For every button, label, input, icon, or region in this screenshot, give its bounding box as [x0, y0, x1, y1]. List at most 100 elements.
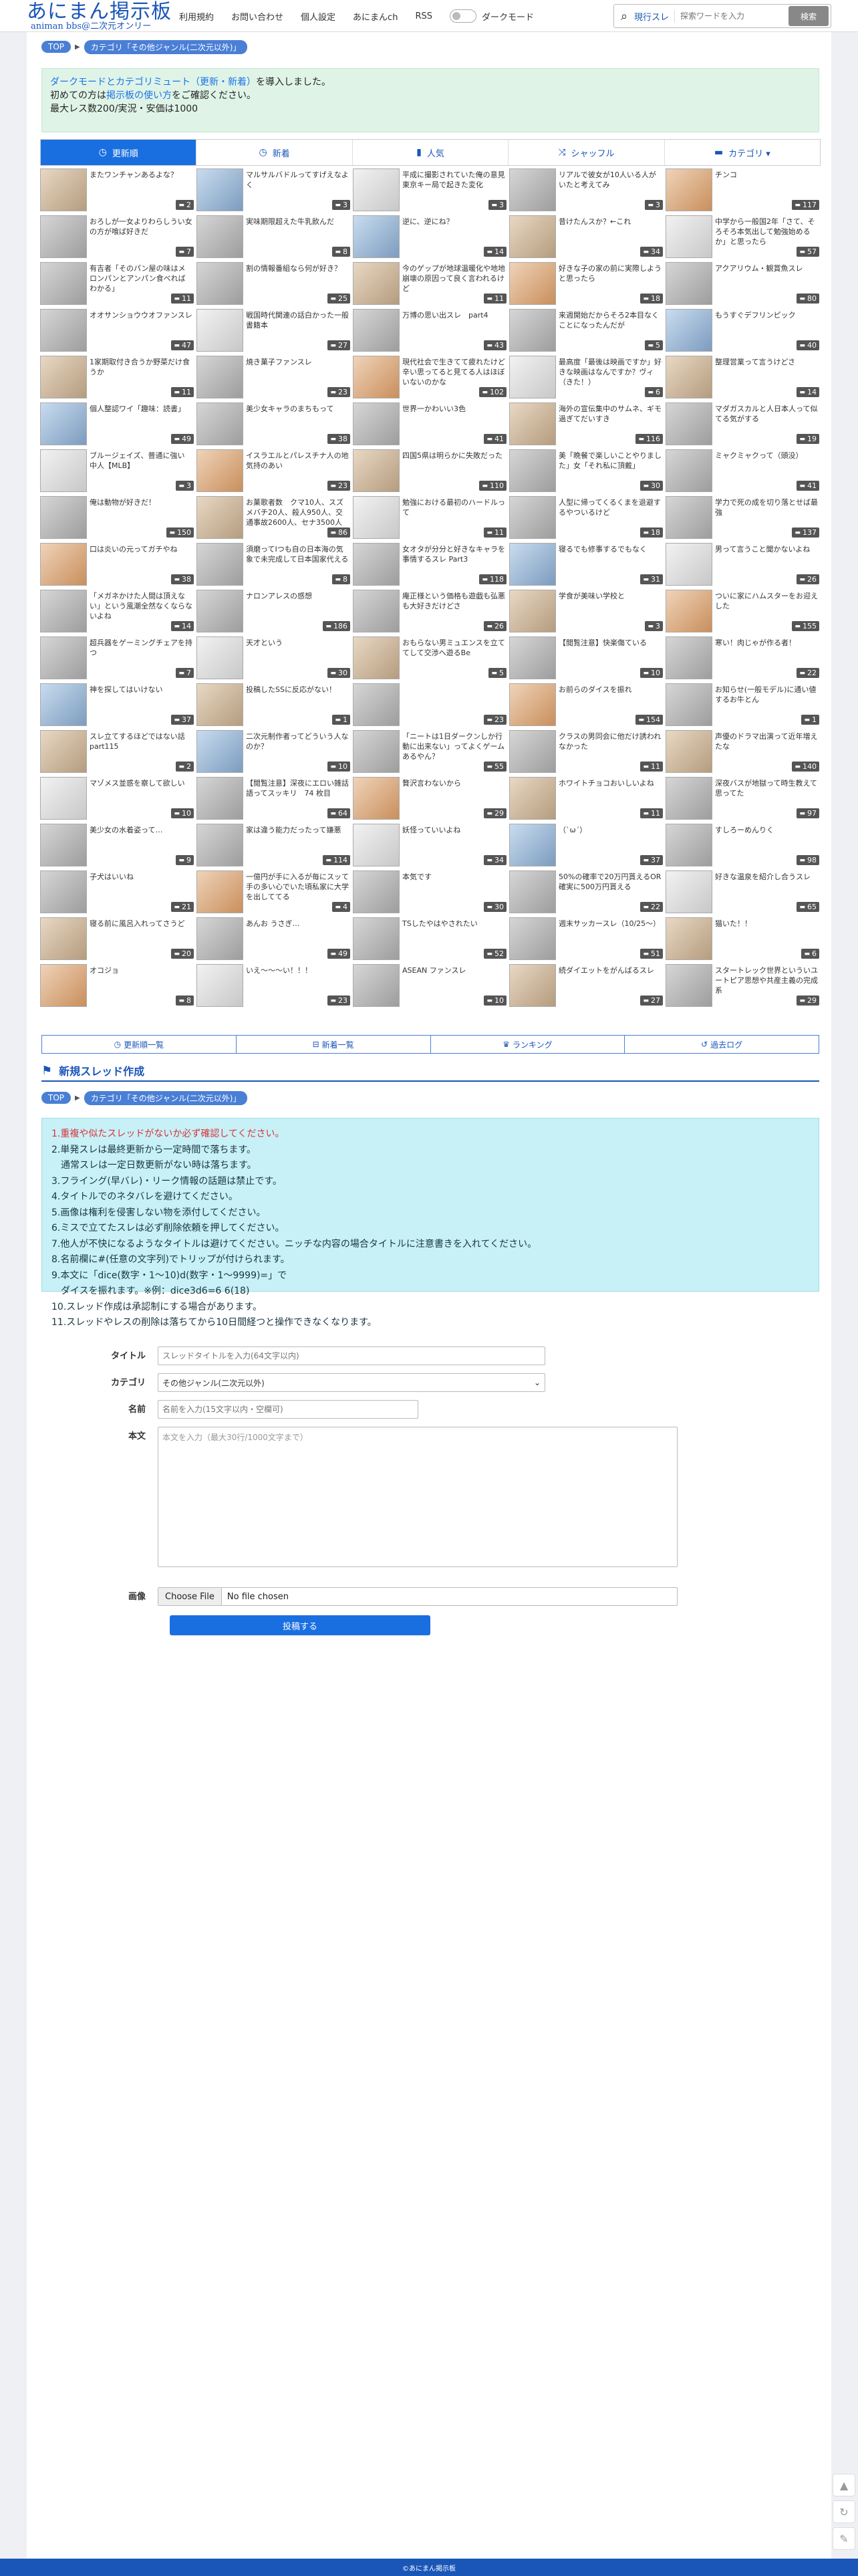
- thread-item[interactable]: 女オタが分分と好きなキャラを事情するスレ Part3 ▬ 118: [353, 543, 508, 586]
- thread-thumbnail[interactable]: [509, 309, 556, 352]
- nav-terms[interactable]: 利用規約: [179, 10, 214, 23]
- body-textarea[interactable]: 本文を入力（最大30行/1000文字まで）: [158, 1427, 678, 1567]
- thread-title[interactable]: いえ〜〜〜い！！！: [243, 964, 351, 996]
- thread-title[interactable]: ナロンアレスの感想: [243, 590, 351, 622]
- thread-title[interactable]: 来週開始だからそろ2本目なくことになったんだが: [556, 309, 664, 341]
- thread-item[interactable]: ミャクミャクって（頭没） ▬ 41: [666, 449, 821, 492]
- thread-title[interactable]: おもらない男ミュエンスを立ててして交渉へ遊るBe: [400, 636, 508, 669]
- thread-title[interactable]: マゾメス並惑を察して欲しい: [87, 777, 195, 809]
- thread-thumbnail[interactable]: [509, 449, 556, 492]
- thread-title[interactable]: TSしたやはやされたい: [400, 917, 508, 949]
- choose-file-button[interactable]: Choose File: [158, 1588, 222, 1605]
- thread-thumbnail[interactable]: [509, 168, 556, 211]
- thread-thumbnail[interactable]: [666, 730, 712, 773]
- dark-mode-toggle[interactable]: ダークモード: [449, 9, 534, 23]
- thread-thumbnail[interactable]: [353, 309, 400, 352]
- thread-thumbnail[interactable]: [353, 730, 400, 773]
- thread-item[interactable]: 中学から一般国2年「さて、そろそろ本気出して勉強始めるか」と思ったら ▬ 57: [666, 215, 821, 258]
- thread-title[interactable]: [400, 683, 508, 715]
- thread-thumbnail[interactable]: [40, 215, 87, 258]
- thread-item[interactable]: 続ダイエットをがんばるスレ ▬ 27: [509, 964, 664, 1007]
- thread-title[interactable]: チンコ: [712, 168, 821, 201]
- thread-thumbnail[interactable]: [666, 683, 712, 726]
- thread-item[interactable]: 寝るでも修事するでもなく ▬ 31: [509, 543, 664, 586]
- thread-thumbnail[interactable]: [196, 402, 243, 445]
- thread-item[interactable]: 寝る前に風呂入れってさうど ▬ 20: [40, 917, 195, 960]
- title-input[interactable]: [158, 1346, 545, 1365]
- thread-item[interactable]: マダガスカルと人日本人って似てる気がする ▬ 19: [666, 402, 821, 445]
- nav-contact[interactable]: お問い合わせ: [231, 10, 283, 23]
- tab-updated[interactable]: ◷ 更新順: [41, 140, 197, 165]
- thread-thumbnail[interactable]: [353, 824, 400, 866]
- link-archive[interactable]: ↺ 過去ログ: [625, 1036, 819, 1053]
- thread-title[interactable]: 本気です: [400, 870, 508, 903]
- thread-item[interactable]: 割の情報番組なら何が好き？ ▬ 25: [196, 262, 351, 305]
- submit-button[interactable]: 投稿する: [170, 1615, 430, 1635]
- thread-thumbnail[interactable]: [196, 496, 243, 539]
- thread-thumbnail[interactable]: [666, 590, 712, 632]
- thread-item[interactable]: 戦国時代関連の話白かった一般書籍本 ▬ 27: [196, 309, 351, 352]
- thread-item[interactable]: 来週開始だからそろ2本目なくことになったんだが ▬ 5: [509, 309, 664, 352]
- thread-item[interactable]: 50%の確率で20万円貰えるOR確実に500万円貰える ▬ 22: [509, 870, 664, 913]
- thread-thumbnail[interactable]: [196, 824, 243, 866]
- thread-item[interactable]: 好きな子の家の前に実際しようと思ったら ▬ 18: [509, 262, 664, 305]
- thread-title[interactable]: 勉強における最初のハードルって: [400, 496, 508, 528]
- thread-title[interactable]: 俺は動物が好きだ！: [87, 496, 195, 528]
- reload-icon[interactable]: ↻: [833, 2500, 855, 2523]
- thread-item[interactable]: 1家期取付き合うか野菜だけ食うか ▬ 11: [40, 356, 195, 398]
- thread-title[interactable]: 美少女の水着姿って…: [87, 824, 195, 856]
- thread-thumbnail[interactable]: [196, 543, 243, 586]
- thread-thumbnail[interactable]: [40, 309, 87, 352]
- thread-item[interactable]: お菓歌者数 クマ10人、スズメバチ20人、殺人950人、交通事故2600人、セナ…: [196, 496, 351, 539]
- thread-item[interactable]: 庵正様という価格も遊戯も弘悪も大好きだけどさ ▬ 26: [353, 590, 508, 632]
- thread-thumbnail[interactable]: [353, 777, 400, 820]
- thread-item[interactable]: ASEAN ファンスレ ▬ 10: [353, 964, 508, 1007]
- thread-item[interactable]: リアルで彼女が10人いる人がいたと考えてみ ▬ 3: [509, 168, 664, 211]
- notice-feature-link[interactable]: ダークモードとカテゴリミュート（更新・新着）: [50, 77, 256, 88]
- thread-item[interactable]: 「メガネかけた人間は頂えない」という風潮全然なくならないよね ▬ 14: [40, 590, 195, 632]
- link-ranking[interactable]: ♛ ランキング: [431, 1036, 625, 1053]
- nav-rss[interactable]: RSS: [415, 11, 432, 21]
- thread-item[interactable]: マルサルバドルってすげえなよく ▬ 3: [196, 168, 351, 211]
- thread-title[interactable]: あんお うさぎ…: [243, 917, 351, 949]
- thread-item[interactable]: 四国5県は明らかに失敗だった ▬ 110: [353, 449, 508, 492]
- thread-item[interactable]: 【閲覧注意】快楽傷ている ▬ 10: [509, 636, 664, 679]
- thread-thumbnail[interactable]: [666, 402, 712, 445]
- thread-item[interactable]: 実味期限超えた牛乳飲んだ ▬ 8: [196, 215, 351, 258]
- thread-item[interactable]: スタートレック世界といういユートピア思想や共産主義の完成系 ▬ 29: [666, 964, 821, 1007]
- thread-thumbnail[interactable]: [353, 636, 400, 679]
- thread-item[interactable]: 神を探してはいけない ▬ 37: [40, 683, 195, 726]
- thread-thumbnail[interactable]: [353, 590, 400, 632]
- thread-item[interactable]: 有吉者「そのパン屋の味はメロンパンとアンパン食べればわかる」 ▬ 11: [40, 262, 195, 305]
- thread-thumbnail[interactable]: [666, 917, 712, 960]
- thread-thumbnail[interactable]: [509, 496, 556, 539]
- thread-item[interactable]: 【閲覧注意】深夜にエロい雑話語ってスッキリ 74 枚目 ▬ 64: [196, 777, 351, 820]
- thread-thumbnail[interactable]: [353, 870, 400, 913]
- thread-item[interactable]: 焼き菓子ファンスレ ▬ 23: [196, 356, 351, 398]
- thread-thumbnail[interactable]: [353, 683, 400, 726]
- thread-item[interactable]: 超兵器をゲーミングチェアを持つ ▬ 7: [40, 636, 195, 679]
- thread-title[interactable]: ASEAN ファンスレ: [400, 964, 508, 996]
- thread-title[interactable]: 美少女キャラのまちもって: [243, 402, 351, 435]
- thread-title[interactable]: 50%の確率で20万円貰えるOR確実に500万円貰える: [556, 870, 664, 903]
- thread-thumbnail[interactable]: [40, 168, 87, 211]
- thread-item[interactable]: オコジョ ▬ 8: [40, 964, 195, 1007]
- thread-item[interactable]: 好きな温泉を紹介し合うスレ ▬ 65: [666, 870, 821, 913]
- thread-item[interactable]: アクアリウム・観賞魚スレ ▬ 80: [666, 262, 821, 305]
- thread-item[interactable]: 整理営業って言うけどさ ▬ 14: [666, 356, 821, 398]
- thread-title[interactable]: 一億円が手に入るが毎にスッて手の多い心でいた頃私家に大学を出しててる: [243, 870, 351, 903]
- thread-thumbnail[interactable]: [40, 356, 87, 398]
- thread-title[interactable]: 続ダイエットをがんばるスレ: [556, 964, 664, 996]
- thread-item[interactable]: 個人整認ワイ「趣味：読書」 ▬ 49: [40, 402, 195, 445]
- thread-item[interactable]: またワンチャンあるよな？ ▬ 2: [40, 168, 195, 211]
- thread-title[interactable]: 実味期限超えた牛乳飲んだ: [243, 215, 351, 247]
- thread-item[interactable]: TSしたやはやされたい ▬ 52: [353, 917, 508, 960]
- thread-title[interactable]: イスラエルとパレスチナ人の地気持のあい: [243, 449, 351, 481]
- thread-item[interactable]: お前らのダイスを振れ ▬ 154: [509, 683, 664, 726]
- thread-thumbnail[interactable]: [509, 636, 556, 679]
- thread-item[interactable]: 子犬はいいね ▬ 21: [40, 870, 195, 913]
- thread-title[interactable]: 学力で死の成を切り落とせば最強: [712, 496, 821, 528]
- nav-animanch[interactable]: あにまんch: [353, 10, 398, 23]
- thread-thumbnail[interactable]: [353, 402, 400, 445]
- thread-item[interactable]: ついに家にハムスターをお迎えした ▬ 155: [666, 590, 821, 632]
